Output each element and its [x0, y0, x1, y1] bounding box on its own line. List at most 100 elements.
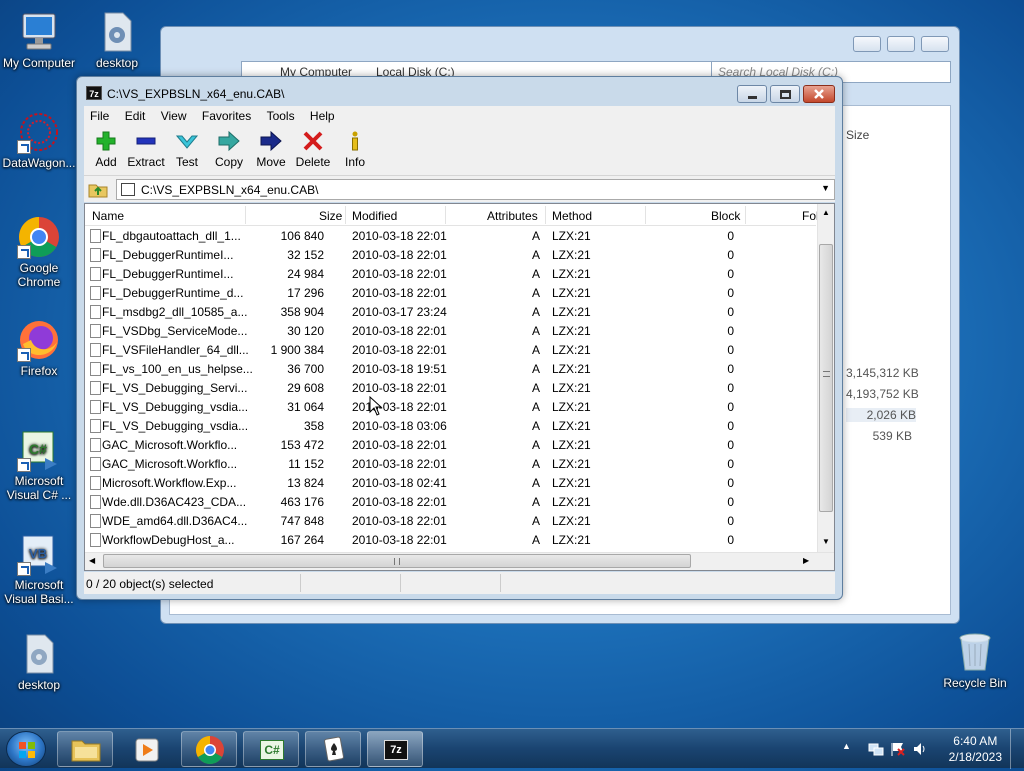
minimize-icon: [748, 96, 757, 99]
7zip-window[interactable]: 7z C:\VS_EXPBSLN_x64_enu.CAB\ File Edit …: [76, 76, 843, 600]
menu-help[interactable]: Help: [304, 106, 341, 123]
column-header-name[interactable]: Name: [92, 209, 124, 223]
show-desktop-button[interactable]: [1010, 729, 1024, 769]
desktop-icon-visual-basic[interactable]: VB Microsoft Visual Basi...: [1, 532, 77, 606]
table-cell-size: 153 472: [280, 438, 324, 452]
explorer-col-size[interactable]: Size: [846, 128, 869, 142]
menu-tools[interactable]: Tools: [261, 106, 301, 123]
table-row[interactable]: GAC_Microsoft.Workflo... 153 472 2010-03-1…: [85, 436, 820, 455]
table-cell-modified: 2010-03-18 22:01: [352, 533, 447, 547]
table-cell-block: 0: [727, 438, 734, 452]
menu-edit[interactable]: Edit: [119, 106, 152, 123]
table-row[interactable]: FL_VS_Debugging_Servi... 29 608 2010-03-18…: [85, 379, 820, 398]
address-input[interactable]: C:\VS_EXPBSLN_x64_enu.CAB\ ▼: [116, 179, 835, 200]
column-header-modified[interactable]: Modified: [352, 209, 397, 223]
add-button[interactable]: Add: [84, 130, 128, 169]
scroll-left-arrow-icon[interactable]: ◀: [89, 556, 95, 565]
table-row[interactable]: FL_DebuggerRuntime_d... 17 296 2010-03-18 …: [85, 284, 820, 303]
table-cell-method: LZX:21: [552, 381, 591, 395]
delete-button[interactable]: Delete: [291, 130, 335, 169]
table-row[interactable]: FL_vs_100_en_us_helpse... 36 700 2010-03-1…: [85, 360, 820, 379]
table-cell-size: 463 176: [280, 495, 324, 509]
table-cell-size: 17 296: [287, 286, 324, 300]
table-row[interactable]: WorkflowDebugHost_a... 167 264 2010-03-18 …: [85, 531, 820, 550]
move-button[interactable]: Move: [249, 130, 293, 169]
start-button[interactable]: [6, 731, 46, 767]
taskbar-solitaire-button[interactable]: [305, 731, 361, 767]
table-cell-attr: A: [531, 438, 540, 452]
maximize-button[interactable]: [770, 85, 800, 103]
folder-up-icon[interactable]: [88, 180, 108, 198]
explorer-close-button[interactable]: [921, 36, 949, 52]
test-button[interactable]: Test: [165, 130, 209, 169]
toolbar: Add Extract Test Copy Move Delete Info: [84, 126, 835, 176]
file-list[interactable]: Name Size Modified Attributes Method Blo…: [84, 203, 835, 571]
file-icon: [90, 419, 101, 433]
column-header-method[interactable]: Method: [552, 209, 592, 223]
menu-view[interactable]: View: [155, 106, 193, 123]
table-cell-block: 0: [727, 400, 734, 414]
desktop-icon-label: desktop: [17, 678, 61, 692]
scroll-up-arrow-icon[interactable]: ▲: [822, 208, 830, 217]
file-icon: [90, 400, 101, 414]
desktop-icon-desktop-folder[interactable]: desktop: [79, 10, 155, 70]
explorer-maximize-button[interactable]: [887, 36, 915, 52]
menu-favorites[interactable]: Favorites: [196, 106, 257, 123]
table-row[interactable]: WDE_amd64.dll.D36AC4... 747 848 2010-03-18…: [85, 512, 820, 531]
info-button[interactable]: Info: [333, 130, 377, 169]
desktop-icon-my-computer[interactable]: My Computer: [1, 10, 77, 70]
explorer-minimize-button[interactable]: [853, 36, 881, 52]
taskbar-7zip-button[interactable]: 7z: [367, 731, 423, 767]
table-row[interactable]: FL_DebuggerRuntimeI... 32 152 2010-03-18 2…: [85, 246, 820, 265]
table-row[interactable]: FL_VSFileHandler_64_dll... 1 900 384 2010-…: [85, 341, 820, 360]
table-row[interactable]: Microsoft.Workflow.Exp... 13 824 2010-03-1…: [85, 474, 820, 493]
show-hidden-icons-button[interactable]: ▲: [842, 741, 851, 751]
desktop-icon-firefox[interactable]: Firefox: [1, 318, 77, 378]
table-row[interactable]: FL_VSDbg_ServiceMode... 30 120 2010-03-18 …: [85, 322, 820, 341]
close-button[interactable]: [803, 85, 835, 103]
action-center-flag-icon[interactable]: [890, 741, 906, 757]
desktop-icon-recycle-bin[interactable]: Recycle Bin: [937, 630, 1013, 690]
taskbar-chrome-button[interactable]: [181, 731, 237, 767]
network-icon[interactable]: [868, 741, 884, 757]
desktop-icon-google-chrome[interactable]: Google Chrome: [1, 215, 77, 289]
table-row[interactable]: GAC_Microsoft.Workflo... 11 152 2010-03-18…: [85, 455, 820, 474]
datawagon-icon: [17, 110, 61, 154]
desktop-icon-datawagon[interactable]: DataWagon...: [1, 110, 77, 170]
table-row[interactable]: FL_VS_Debugging_vsdia... 31 064 2010-03-18…: [85, 398, 820, 417]
vertical-scrollbar[interactable]: ▲ ▼: [817, 204, 834, 552]
close-icon: [814, 89, 824, 99]
scroll-down-arrow-icon[interactable]: ▼: [822, 537, 830, 546]
table-row[interactable]: FL_msdbg2_dll_10585_a... 358 904 2010-03-1…: [85, 303, 820, 322]
column-header-size[interactable]: Size: [319, 209, 342, 223]
horizontal-scroll-thumb[interactable]: [103, 554, 691, 568]
desktop-icon-desktop-file[interactable]: desktop: [1, 632, 77, 692]
taskbar-explorer-button[interactable]: [57, 731, 113, 767]
folder-icon: [71, 740, 101, 762]
desktop-icon-visual-csharp[interactable]: C# Microsoft Visual C# ...: [1, 428, 77, 502]
column-header-attributes[interactable]: Attributes: [487, 209, 538, 223]
horizontal-scrollbar[interactable]: ◀ ▶: [85, 552, 834, 570]
extract-button[interactable]: Extract: [124, 130, 168, 169]
file-icon: [90, 362, 101, 376]
copy-button[interactable]: Copy: [207, 130, 251, 169]
table-row[interactable]: FL_VS_Debugging_vsdia... 358 2010-03-18 03…: [85, 417, 820, 436]
table-cell-block: 0: [727, 267, 734, 281]
table-row[interactable]: Wde.dll.D36AC423_CDA... 463 176 2010-03-18…: [85, 493, 820, 512]
chevron-down-icon[interactable]: ▼: [821, 183, 830, 193]
table-row[interactable]: FL_dbgautoattach_dll_1... 106 840 2010-03-…: [85, 227, 820, 246]
taskbar-visual-csharp-button[interactable]: C#: [243, 731, 299, 767]
column-header-block[interactable]: Block: [711, 209, 740, 223]
status-bar: 0 / 20 object(s) selected: [84, 572, 835, 594]
scroll-right-arrow-icon[interactable]: ▶: [803, 556, 809, 565]
title-bar[interactable]: 7z C:\VS_EXPBSLN_x64_enu.CAB\: [77, 77, 842, 107]
menu-file[interactable]: File: [84, 106, 115, 123]
clock[interactable]: 6:40 AM 2/18/2023: [949, 733, 1002, 765]
table-row[interactable]: FL_DebuggerRuntimeI... 24 984 2010-03-18 2…: [85, 265, 820, 284]
vertical-scroll-thumb[interactable]: [819, 244, 833, 512]
volume-icon[interactable]: [912, 741, 928, 757]
taskbar-media-player-button[interactable]: [119, 731, 175, 767]
table-cell-size: 36 700: [287, 362, 324, 376]
minimize-button[interactable]: [737, 85, 767, 103]
check-icon: [175, 130, 199, 152]
